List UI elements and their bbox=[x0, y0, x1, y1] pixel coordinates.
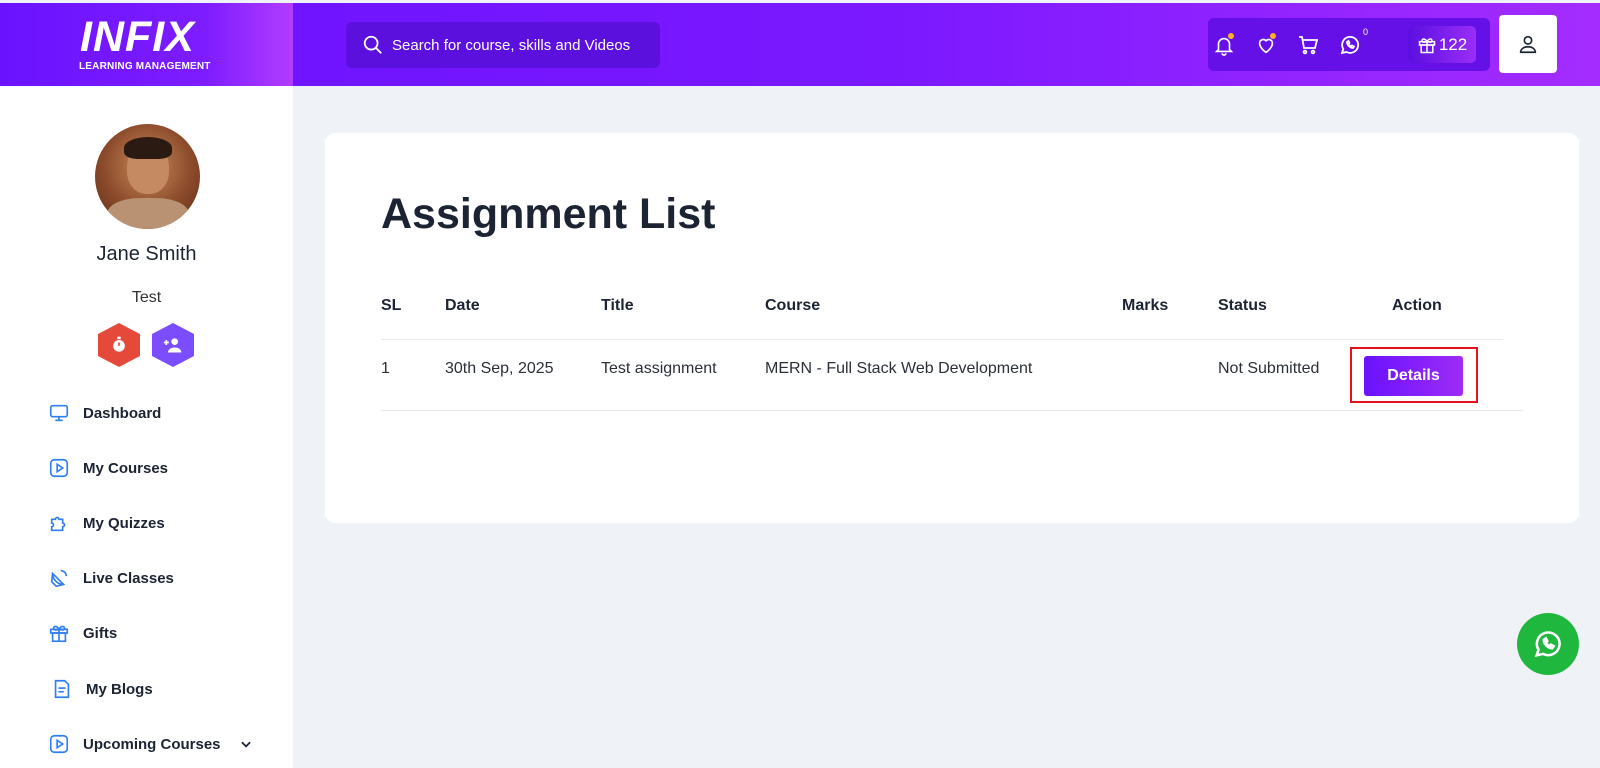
avatar[interactable] bbox=[95, 124, 200, 229]
sidebar-item-live-classes[interactable]: Live Classes bbox=[48, 567, 174, 589]
wishlist-dot bbox=[1270, 33, 1276, 39]
logo-tagline: LEARNING MANAGEMENT bbox=[79, 61, 211, 72]
search-input[interactable] bbox=[392, 36, 642, 54]
sidebar-item-upcoming-courses[interactable]: Upcoming Courses bbox=[48, 733, 253, 755]
badge-follow[interactable] bbox=[152, 323, 194, 367]
search-bar[interactable] bbox=[346, 22, 660, 68]
column-header: Action bbox=[1392, 297, 1442, 314]
whatsapp-chat-button[interactable] bbox=[1517, 613, 1579, 675]
sidebar-item-label: Live Classes bbox=[83, 569, 174, 587]
avatar-hair bbox=[124, 137, 172, 159]
sidebar-item-label: Dashboard bbox=[83, 404, 162, 422]
user-icon bbox=[1519, 35, 1537, 54]
sidebar: Jane Smith Test Dashboard My Courses My … bbox=[0, 86, 293, 768]
logo[interactable]: INFIX LEARNING MANAGEMENT bbox=[0, 3, 293, 86]
whatsapp-icon bbox=[1534, 631, 1561, 658]
avatar-shirt bbox=[107, 198, 189, 229]
cell-course: MERN - Full Stack Web Development bbox=[765, 360, 1033, 377]
profile-role: Test bbox=[131, 289, 162, 306]
column-header: Title bbox=[601, 297, 634, 314]
profile-name: Jane Smith bbox=[96, 243, 197, 265]
gift-icon bbox=[1418, 37, 1436, 53]
header-tools: 0 122 bbox=[1208, 18, 1490, 71]
play-icon bbox=[48, 457, 70, 479]
chevron-down-icon[interactable] bbox=[239, 737, 253, 751]
sidebar-item-label: My Blogs bbox=[86, 680, 153, 698]
notification-button[interactable] bbox=[1210, 31, 1238, 59]
whatsapp-button[interactable]: 0 bbox=[1336, 27, 1368, 59]
sidebar-item-label: Gifts bbox=[83, 624, 118, 642]
add-user-icon bbox=[163, 338, 182, 353]
cart-icon bbox=[1299, 36, 1319, 55]
sidebar-item-dashboard[interactable]: Dashboard bbox=[48, 402, 161, 424]
user-menu-button[interactable] bbox=[1499, 15, 1557, 73]
top-header: INFIX LEARNING MANAGEMENT Search for cou… bbox=[0, 3, 1600, 86]
sidebar-item-my-quizzes[interactable]: My Quizzes bbox=[48, 512, 165, 534]
column-header: Course bbox=[765, 297, 821, 314]
search-icon bbox=[363, 35, 382, 54]
sidebar-item-my-courses[interactable]: My Courses bbox=[48, 457, 168, 479]
sidebar-item-my-blogs[interactable]: My Blogs bbox=[51, 678, 153, 700]
monitor-icon bbox=[48, 402, 70, 424]
page-title: Assignment List bbox=[381, 190, 716, 238]
puzzle-icon bbox=[48, 512, 70, 534]
row-divider bbox=[381, 410, 1523, 411]
whatsapp-icon bbox=[1340, 36, 1360, 55]
points-button[interactable]: 122 bbox=[1408, 26, 1476, 63]
sidebar-item-label: Upcoming Courses bbox=[83, 735, 221, 753]
play-icon bbox=[48, 733, 70, 755]
column-header: Date bbox=[445, 297, 480, 314]
notification-dot bbox=[1228, 33, 1234, 39]
points-value: 122 bbox=[1438, 34, 1468, 54]
whatsapp-count: 0 bbox=[1362, 27, 1368, 37]
stopwatch-icon bbox=[113, 336, 125, 352]
cart-button[interactable] bbox=[1294, 31, 1322, 59]
column-header: SL bbox=[381, 297, 402, 314]
cell-status: Not Submitted bbox=[1218, 360, 1320, 377]
column-header: Marks bbox=[1122, 297, 1169, 314]
details-highlight: Details bbox=[1350, 347, 1478, 403]
document-icon bbox=[51, 678, 73, 700]
column-header: Status bbox=[1218, 297, 1267, 314]
cell-sl: 1 bbox=[381, 360, 390, 377]
sidebar-item-gifts[interactable]: Gifts bbox=[48, 622, 117, 644]
sidebar-item-label: My Courses bbox=[83, 459, 169, 477]
logo-text: INFIX bbox=[80, 13, 195, 61]
cell-date: 30th Sep, 2025 bbox=[445, 360, 554, 377]
header-divider bbox=[381, 339, 1503, 340]
gift-icon bbox=[48, 622, 70, 644]
assignment-card: Assignment List SL Date Title Course Mar… bbox=[325, 133, 1579, 523]
badge-timer[interactable] bbox=[98, 323, 140, 367]
details-button[interactable]: Details bbox=[1364, 356, 1463, 396]
sidebar-item-label: My Quizzes bbox=[83, 514, 165, 532]
satellite-icon bbox=[48, 567, 70, 589]
cell-title: Test assignment bbox=[601, 360, 717, 377]
wishlist-button[interactable] bbox=[1252, 31, 1280, 59]
